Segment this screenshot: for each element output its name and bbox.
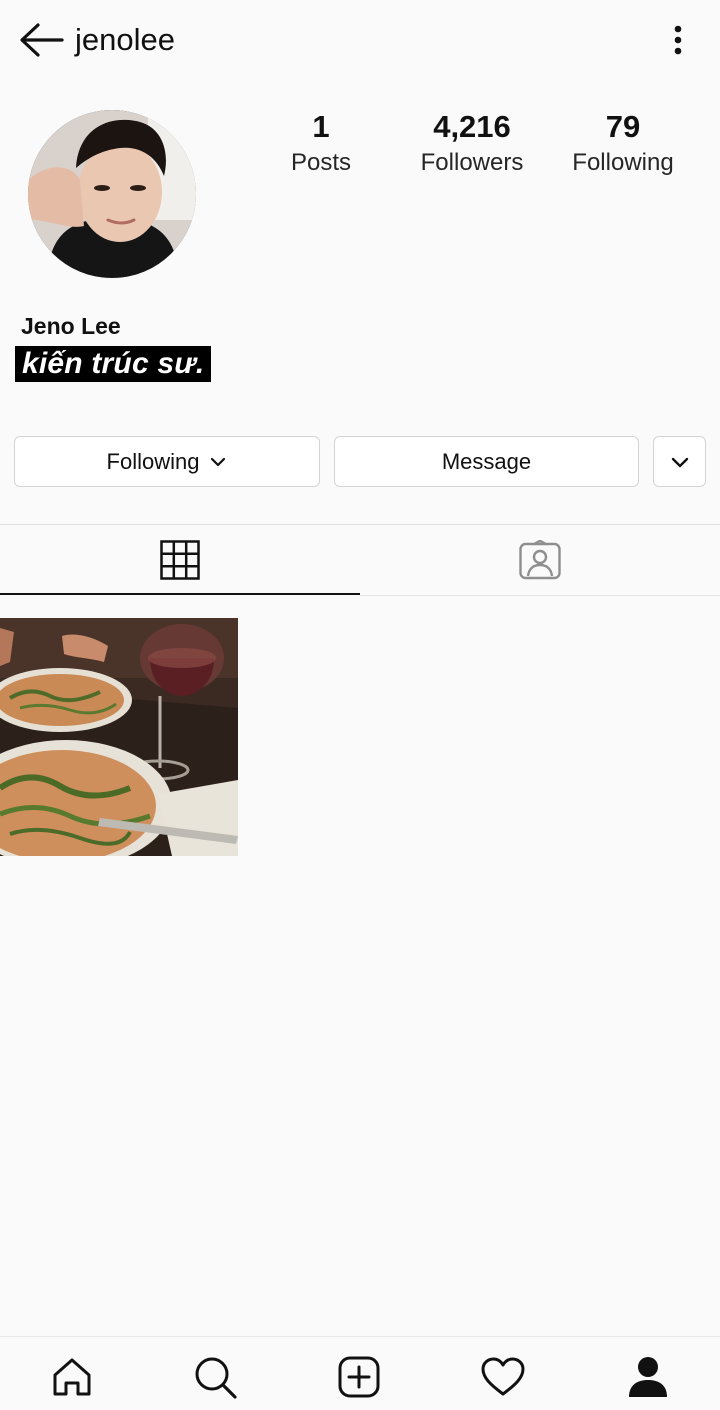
message-button[interactable]: Message — [334, 436, 639, 487]
profile-avatar[interactable] — [28, 110, 196, 278]
arrow-left-icon[interactable] — [18, 20, 64, 60]
stat-followers[interactable]: 4,216 Followers — [402, 108, 542, 180]
tagged-person-icon — [519, 540, 561, 580]
home-icon — [53, 1358, 91, 1396]
post-thumbnail[interactable] — [0, 618, 238, 856]
top-bar: jenolee — [0, 0, 720, 82]
nav-activity[interactable] — [481, 1355, 525, 1399]
posts-count: 1 — [312, 109, 330, 144]
profile-username: jenolee — [75, 22, 175, 57]
heart-icon — [481, 1357, 525, 1396]
grid-icon — [160, 540, 200, 580]
tab-tagged[interactable] — [360, 525, 720, 595]
nav-profile[interactable] — [626, 1355, 670, 1399]
stat-following[interactable]: 79 Following — [553, 108, 693, 180]
search-icon — [195, 1357, 237, 1399]
followers-label: Followers — [420, 149, 524, 176]
message-button-label: Message — [441, 448, 532, 474]
followers-count: 4,216 — [433, 109, 511, 144]
following-label: Following — [572, 149, 674, 176]
following-count: 79 — [605, 109, 641, 144]
post-photo — [0, 618, 238, 856]
nav-home[interactable] — [50, 1355, 94, 1399]
tab-posts-grid[interactable] — [0, 525, 360, 595]
avatar-photo — [28, 110, 196, 278]
following-button-label: Following — [106, 448, 200, 474]
following-button[interactable]: Following — [14, 436, 320, 487]
chevron-down-icon — [211, 457, 226, 466]
nav-search[interactable] — [193, 1355, 237, 1399]
profile-icon — [629, 1357, 667, 1397]
active-tab-indicator — [0, 593, 360, 595]
profile-bio: kiến trúc sư. — [15, 346, 212, 382]
posts-label: Posts — [290, 149, 352, 176]
profile-full-name: Jeno Lee — [21, 313, 121, 339]
chevron-down-icon — [671, 457, 688, 467]
suggested-accounts-button[interactable] — [653, 436, 706, 487]
stat-posts[interactable]: 1 Posts — [251, 108, 391, 180]
vertical-dots-icon[interactable] — [662, 20, 694, 60]
nav-new-post[interactable] — [337, 1355, 381, 1399]
new-post-icon — [338, 1356, 380, 1398]
bottom-nav — [0, 1336, 720, 1410]
tabs-divider-bottom — [360, 595, 720, 596]
